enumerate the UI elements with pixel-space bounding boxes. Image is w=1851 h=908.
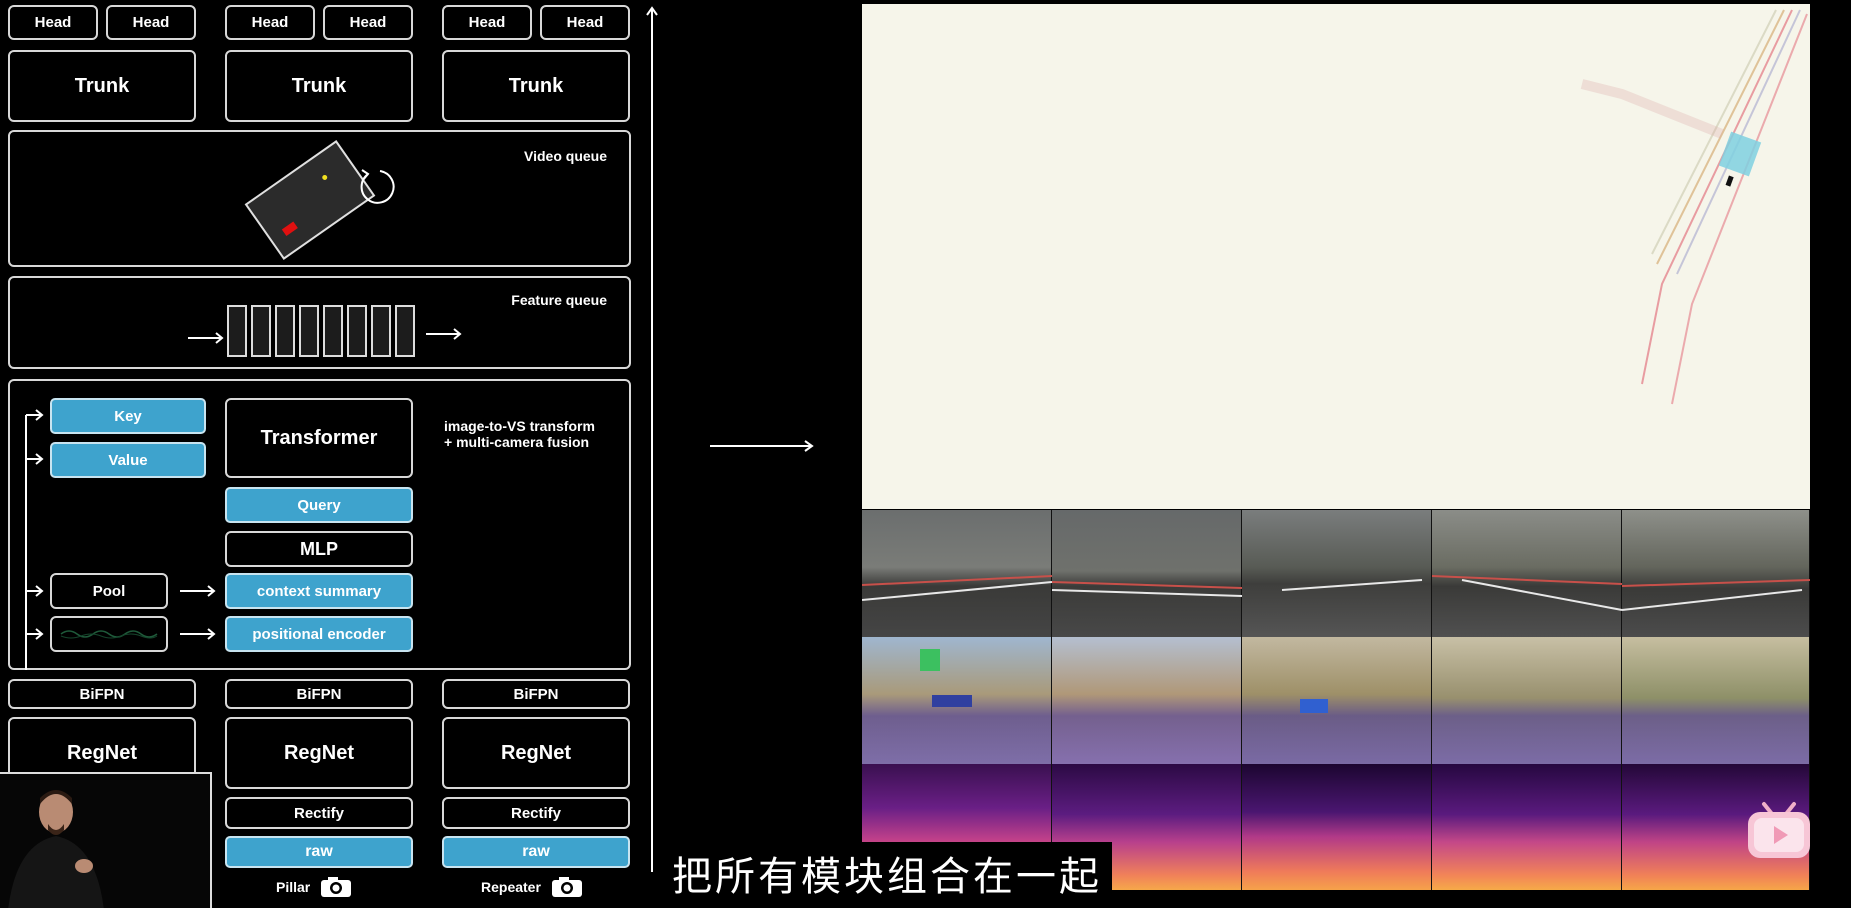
fusion-annotation: image-to-VS transform + multi-camera fus… xyxy=(444,418,595,450)
rectify-box: Rectify xyxy=(442,797,630,829)
presenter-video-inset xyxy=(0,772,212,908)
object-overlay xyxy=(920,649,1328,713)
bifpn-box: BiFPN xyxy=(442,679,630,709)
camera-name: Pillar xyxy=(276,879,311,895)
feature-queue-graphic xyxy=(188,305,462,357)
head-box: Head xyxy=(442,5,532,40)
camera-icon xyxy=(551,877,582,897)
feature-queue-panel: Feature queue xyxy=(8,276,631,369)
video-queue-label: Video queue xyxy=(524,148,607,164)
feature-queue-label: Feature queue xyxy=(511,292,607,308)
bifpn-box: BiFPN xyxy=(8,679,196,709)
regnet-box: RegNet xyxy=(442,717,630,789)
bifpn-box: BiFPN xyxy=(225,679,413,709)
transformer-box: Transformer xyxy=(225,398,413,478)
fusion-annotation-line2: + multi-camera fusion xyxy=(444,434,590,450)
query-box: Query xyxy=(225,487,413,523)
trunk-box: Trunk xyxy=(225,50,413,122)
head-box: Head xyxy=(540,5,630,40)
vector-space-view xyxy=(862,4,1810,509)
presenter-figure xyxy=(8,790,104,908)
arrow-right-icon xyxy=(710,440,814,452)
mlp-box: MLP xyxy=(225,531,413,567)
head-box: Head xyxy=(225,5,315,40)
context-summary-box: context summary xyxy=(225,573,413,609)
raw-box: raw xyxy=(442,836,630,868)
lane-overlay xyxy=(862,575,1810,611)
positional-waveform-box xyxy=(50,616,168,652)
camera-repeater: Repeater xyxy=(481,876,583,898)
head-box: Head xyxy=(323,5,413,40)
camera-pillar: Pillar xyxy=(276,876,352,898)
video-subtitle: 把所有模块组合在一起 xyxy=(662,842,1112,904)
camera-feed-grid xyxy=(862,510,1810,890)
positional-encoder-box: positional encoder xyxy=(225,616,413,652)
video-queue-graphic xyxy=(244,140,395,260)
trunk-box: Trunk xyxy=(442,50,630,122)
fusion-annotation-line1: image-to-VS transform xyxy=(444,418,595,434)
vector-space-render xyxy=(1580,9,1808,405)
head-box: Head xyxy=(8,5,98,40)
value-box: Value xyxy=(50,442,206,478)
bilibili-play-icon[interactable] xyxy=(1746,800,1812,860)
camera-feed-tile xyxy=(1432,764,1622,890)
pool-box: Pool xyxy=(50,573,168,609)
waveform-graphic xyxy=(60,630,158,639)
camera-feed-tile xyxy=(1242,764,1432,890)
regnet-box: RegNet xyxy=(225,717,413,789)
video-queue-panel: Video queue xyxy=(8,130,631,267)
rectify-box: Rectify xyxy=(225,797,413,829)
key-box: Key xyxy=(50,398,206,434)
camera-name: Repeater xyxy=(481,879,541,895)
trunk-box: Trunk xyxy=(8,50,196,122)
raw-box: raw xyxy=(225,836,413,868)
head-box: Head xyxy=(106,5,196,40)
arrow-up-icon xyxy=(646,6,658,872)
camera-icon xyxy=(321,877,352,897)
